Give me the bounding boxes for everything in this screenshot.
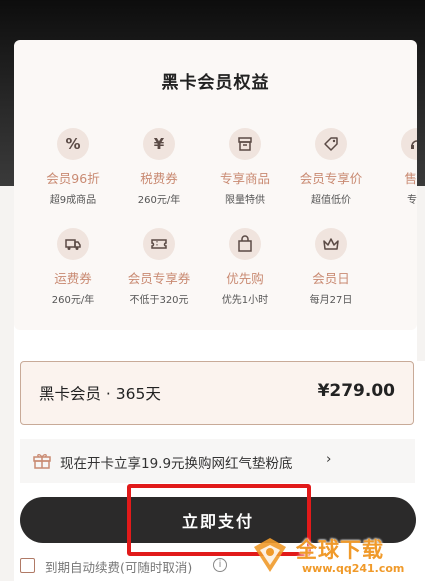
plan-price: ¥279.00 xyxy=(317,381,395,401)
benefit-sub: 超值低价 xyxy=(311,195,351,206)
chevron-right-icon: › xyxy=(326,451,332,467)
benefit-name: 会员日 xyxy=(312,271,350,286)
benefit-sub: 不低于320元 xyxy=(129,295,189,306)
benefit-name: 税费券 xyxy=(140,171,178,186)
benefit-name: 优先购 xyxy=(226,271,264,286)
box-icon xyxy=(229,128,261,160)
watermark-logo-icon xyxy=(254,538,286,572)
service-icon xyxy=(401,128,417,160)
benefit-shipping-coupon[interactable]: 运费券 260元/年 xyxy=(30,228,116,306)
benefit-sub: 超9成商品 xyxy=(49,195,97,206)
yen-icon: ¥ xyxy=(143,128,175,160)
bag-icon xyxy=(229,228,261,260)
left-edge-background xyxy=(0,186,14,581)
benefit-sub: 专属 xyxy=(407,195,417,206)
card-title: 黑卡会员权益 xyxy=(161,73,270,93)
benefit-name: 运费券 xyxy=(54,271,92,286)
promo-text: 现在开卡立享19.9元换购网红气垫粉底 xyxy=(60,456,293,472)
gift-icon xyxy=(33,454,51,469)
benefit-sub: 260元/年 xyxy=(51,295,95,306)
plan-name: 黑卡会员 · 365天 xyxy=(39,385,161,403)
promo-banner[interactable]: 现在开卡立享19.9元换购网红气垫粉底 › xyxy=(20,439,415,483)
crown-icon xyxy=(315,228,347,260)
benefit-member-price[interactable]: 会员专享价 超值低价 xyxy=(288,128,374,206)
plan-option-annual[interactable]: 黑卡会员 · 365天 ¥279.00 xyxy=(20,361,414,425)
auto-renew-label: 到期自动续费(可随时取消) xyxy=(45,560,193,575)
right-edge-background xyxy=(417,186,425,361)
benefit-member-day[interactable]: 会员日 每月27日 xyxy=(288,228,374,306)
benefit-member-coupon[interactable]: 会员专享券 不低于320元 xyxy=(116,228,202,306)
watermark: 全球下载 www.qq241.com xyxy=(250,532,425,581)
benefit-name: 专享商品 xyxy=(219,171,270,186)
watermark-title: 全球下载 xyxy=(296,538,384,562)
benefit-sub: 每月27日 xyxy=(309,295,353,306)
truck-icon xyxy=(57,228,89,260)
auto-renew-checkbox[interactable] xyxy=(20,558,35,573)
benefit-sub: 优先1小时 xyxy=(221,295,269,306)
benefit-discount[interactable]: % 会员96折 超9成商品 xyxy=(30,128,116,206)
benefit-name: 会员96折 xyxy=(46,171,100,186)
percent-icon: % xyxy=(57,128,89,160)
benefit-sub: 260元/年 xyxy=(137,195,181,206)
benefits-card: 黑卡会员权益 % 会员96折 超9成商品 ¥ 税费券 260元/年 专享商品 限… xyxy=(14,40,417,330)
info-icon[interactable]: i xyxy=(213,558,227,572)
benefit-sub: 限量特供 xyxy=(225,195,265,206)
benefit-exclusive-goods[interactable]: 专享商品 限量特供 xyxy=(202,128,288,206)
benefit-tax-coupon[interactable]: ¥ 税费券 260元/年 xyxy=(116,128,202,206)
tag-icon xyxy=(315,128,347,160)
benefit-name: 会员专享券 xyxy=(127,271,191,286)
ticket-icon xyxy=(143,228,175,260)
benefit-name: 会员专享价 xyxy=(299,171,363,186)
benefit-name: 售后 xyxy=(404,171,417,186)
benefit-after-sales[interactable]: 售后 专属 xyxy=(374,128,417,206)
watermark-url: www.qq241.com xyxy=(302,562,405,575)
benefit-priority-purchase[interactable]: 优先购 优先1小时 xyxy=(202,228,288,306)
